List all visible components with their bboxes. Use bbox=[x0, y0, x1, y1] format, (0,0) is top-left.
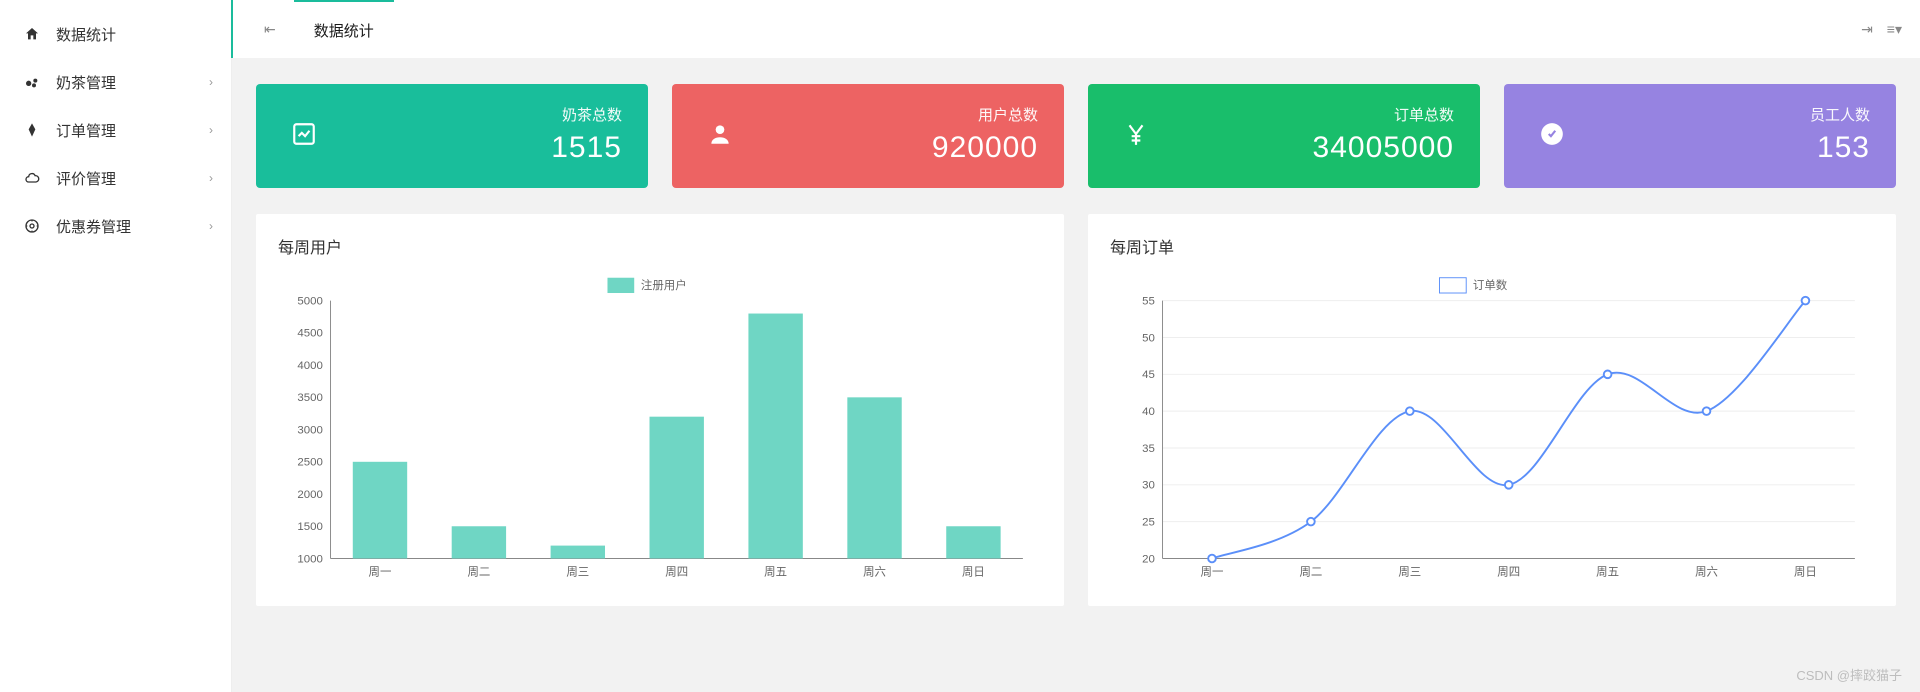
stat-card-3: 员工人数 153 bbox=[1504, 84, 1896, 188]
sidebar-item-label: 评价管理 bbox=[56, 168, 116, 189]
svg-text:周一: 周一 bbox=[1201, 566, 1224, 579]
svg-text:3500: 3500 bbox=[297, 392, 322, 404]
svg-text:订单数: 订单数 bbox=[1473, 278, 1508, 292]
yen-icon bbox=[1114, 112, 1158, 156]
svg-text:25: 25 bbox=[1142, 516, 1155, 528]
sidebar-item-1[interactable]: 奶茶管理 › bbox=[0, 58, 231, 106]
svg-text:周二: 周二 bbox=[467, 566, 490, 579]
svg-text:30: 30 bbox=[1142, 480, 1155, 492]
badge-icon bbox=[1530, 112, 1574, 156]
chevron-right-icon: › bbox=[209, 75, 213, 89]
watermark: CSDN @摔跤猫子 bbox=[1796, 665, 1902, 684]
sidebar-item-label: 订单管理 bbox=[56, 120, 116, 141]
home-icon bbox=[22, 26, 42, 42]
svg-text:2000: 2000 bbox=[297, 489, 322, 501]
sidebar-item-4[interactable]: 优惠券管理 › bbox=[0, 202, 231, 250]
chevron-right-icon: › bbox=[209, 123, 213, 137]
stat-card-1: 用户总数 920000 bbox=[672, 84, 1064, 188]
topbar: ⇤ 数据统计 ⇥ ≡▾ bbox=[232, 0, 1920, 58]
svg-text:40: 40 bbox=[1142, 406, 1155, 418]
chevron-right-icon: › bbox=[209, 171, 213, 185]
chart-icon bbox=[282, 112, 326, 156]
svg-text:1000: 1000 bbox=[297, 553, 322, 565]
stat-value: 34005000 bbox=[1313, 131, 1454, 165]
svg-text:周三: 周三 bbox=[566, 566, 589, 579]
svg-text:3000: 3000 bbox=[297, 424, 322, 436]
stat-card-2: 订单总数 34005000 bbox=[1088, 84, 1480, 188]
svg-text:周六: 周六 bbox=[1695, 566, 1718, 579]
svg-text:周二: 周二 bbox=[1299, 566, 1322, 579]
sidebar-item-2[interactable]: 订单管理 › bbox=[0, 106, 231, 154]
sidebar-item-3[interactable]: 评价管理 › bbox=[0, 154, 231, 202]
panel-weekly-orders: 每周订单 20 25 30 35 40 45 50 55 周一 周二 周三 周四 周五 周六 周日 订单数 bbox=[1088, 214, 1896, 606]
svg-text:周六: 周六 bbox=[863, 566, 886, 579]
nav-forward-icon[interactable]: ⇥ bbox=[1861, 21, 1873, 38]
svg-text:周五: 周五 bbox=[764, 566, 787, 579]
svg-text:45: 45 bbox=[1142, 369, 1155, 381]
sidebar-item-label: 数据统计 bbox=[56, 24, 116, 45]
svg-text:注册用户: 注册用户 bbox=[641, 278, 687, 292]
order-icon bbox=[22, 122, 42, 138]
stat-cards-row: 奶茶总数 1515 用户总数 920000 订单总数 34005000 员工人数 153 bbox=[256, 84, 1896, 188]
svg-text:20: 20 bbox=[1142, 553, 1155, 565]
coupon-icon bbox=[22, 218, 42, 234]
svg-text:50: 50 bbox=[1142, 332, 1155, 344]
panel-weekly-users: 每周用户 1000 1500 2000 2500 3000 3500 4000 4500 500… bbox=[256, 214, 1064, 606]
tab-active[interactable]: 数据统计 bbox=[294, 0, 394, 58]
panel-title: 每周用户 bbox=[278, 234, 1042, 258]
weekly-users-bar-chart: 1000 1500 2000 2500 3000 3500 4000 4500 5000 周一 周二… bbox=[278, 272, 1042, 587]
svg-text:周五: 周五 bbox=[1596, 566, 1619, 579]
svg-text:周日: 周日 bbox=[1794, 566, 1817, 579]
stat-card-0: 奶茶总数 1515 bbox=[256, 84, 648, 188]
svg-text:4500: 4500 bbox=[297, 328, 322, 340]
sidebar: 数据统计奶茶管理 › 订单管理 › 评价管理 › 优惠券管理 › bbox=[0, 0, 232, 692]
svg-text:1500: 1500 bbox=[297, 521, 322, 533]
milk-icon bbox=[22, 74, 42, 90]
options-menu-icon[interactable]: ≡▾ bbox=[1887, 21, 1902, 38]
cloud-icon bbox=[22, 170, 42, 186]
user-icon bbox=[698, 112, 742, 156]
weekly-orders-line-chart: 20 25 30 35 40 45 50 55 周一 周二 周三 周四 周五 周六 周日 订单数 bbox=[1110, 272, 1874, 587]
svg-text:周一: 周一 bbox=[369, 566, 392, 579]
stat-label: 订单总数 bbox=[1313, 104, 1454, 125]
stat-value: 920000 bbox=[932, 131, 1038, 165]
svg-text:4000: 4000 bbox=[297, 360, 322, 372]
svg-text:周四: 周四 bbox=[665, 566, 688, 579]
svg-text:周日: 周日 bbox=[962, 566, 985, 579]
stat-label: 员工人数 bbox=[1810, 104, 1870, 125]
chevron-right-icon: › bbox=[209, 219, 213, 233]
tab-label: 数据统计 bbox=[314, 20, 374, 41]
svg-text:周三: 周三 bbox=[1398, 566, 1421, 579]
nav-collapse-icon[interactable]: ⇤ bbox=[264, 21, 276, 38]
svg-text:5000: 5000 bbox=[297, 295, 322, 307]
stat-value: 1515 bbox=[551, 131, 622, 165]
stat-value: 153 bbox=[1810, 131, 1870, 165]
svg-text:周四: 周四 bbox=[1497, 566, 1520, 579]
stat-label: 用户总数 bbox=[932, 104, 1038, 125]
sidebar-item-label: 优惠券管理 bbox=[56, 216, 131, 237]
svg-text:2500: 2500 bbox=[297, 457, 322, 469]
svg-text:55: 55 bbox=[1142, 295, 1155, 307]
stat-label: 奶茶总数 bbox=[551, 104, 622, 125]
sidebar-item-0[interactable]: 数据统计 bbox=[0, 10, 231, 58]
svg-text:35: 35 bbox=[1142, 443, 1155, 455]
sidebar-item-label: 奶茶管理 bbox=[56, 72, 116, 93]
panel-title: 每周订单 bbox=[1110, 234, 1874, 258]
